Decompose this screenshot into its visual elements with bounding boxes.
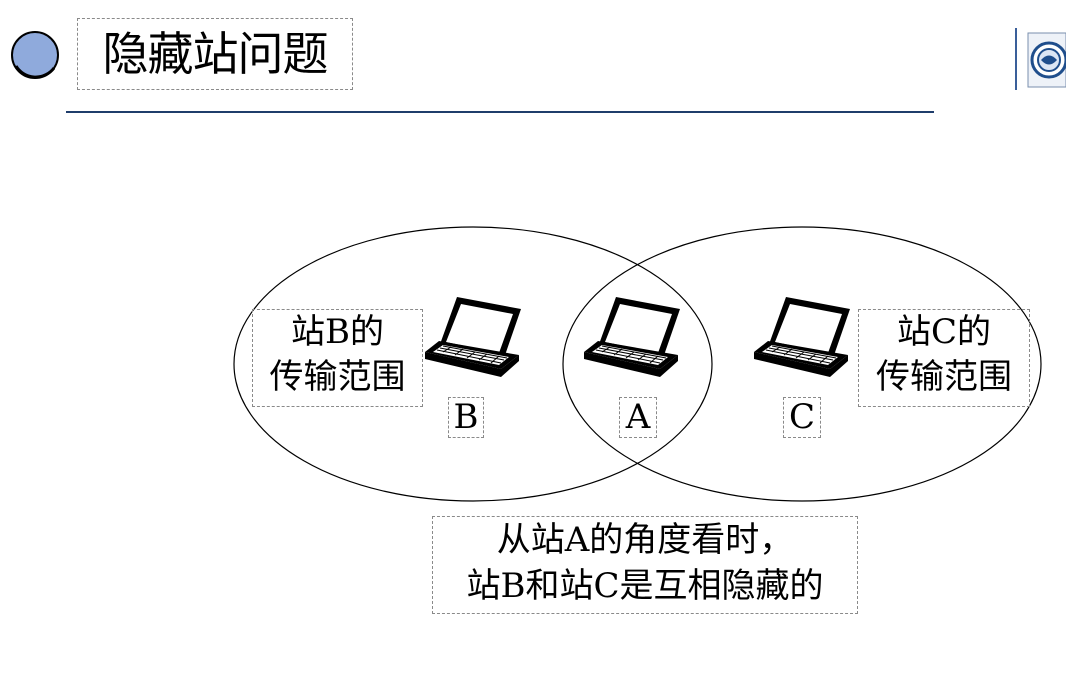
station-b-range-label: 站B的 传输范围 (252, 309, 423, 407)
station-b-range-label-line1: 站B的 (291, 312, 384, 352)
station-c-range-label-line1: 站C的 (896, 312, 991, 352)
station-a-laptop-icon (583, 296, 681, 378)
station-c-range-label: 站C的 传输范围 (858, 309, 1030, 407)
station-c-range-label-line2: 传输范围 (876, 357, 1012, 397)
station-a-label: A (619, 397, 657, 438)
station-c-laptop-icon (753, 296, 851, 378)
station-b-laptop-icon (424, 296, 522, 378)
station-b-label: B (448, 397, 484, 438)
station-c-label: C (783, 397, 821, 438)
diagram-caption: 从站A的角度看时， 站B和站C是互相隐藏的 (432, 516, 858, 614)
station-b-range-label-line2: 传输范围 (269, 357, 406, 397)
caption-line1: 从站A的角度看时， (496, 520, 794, 560)
caption-line2: 站B和站C是互相隐藏的 (466, 566, 824, 606)
